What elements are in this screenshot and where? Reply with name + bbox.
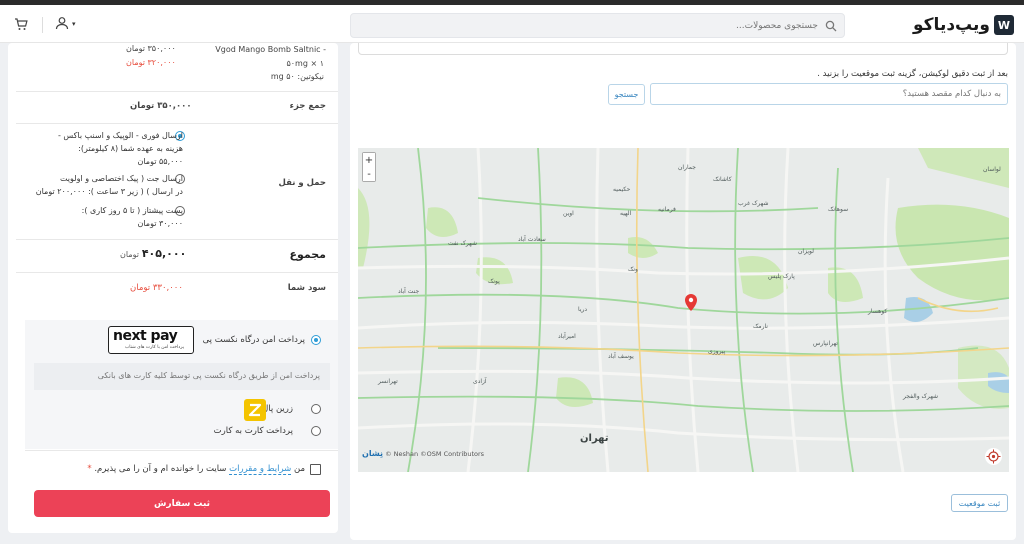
map-place: شهرک والفجر: [903, 393, 938, 400]
profit-label: سود شما: [287, 283, 326, 293]
payment-radio-card[interactable]: [311, 426, 321, 436]
map-place: جنت آباد: [398, 288, 420, 295]
map-place: یوسف آباد: [608, 353, 634, 360]
divider: [16, 123, 338, 124]
product-price-new: ۳۲۰,۰۰۰ تومان: [126, 58, 176, 67]
map-place: جماران: [678, 164, 696, 171]
nextpay-logo: next pay پرداخت امن با کارت های شتاب: [108, 326, 194, 354]
payment-nextpay-note: پرداخت امن از طریق درگاه نکست پی توسط کل…: [34, 363, 330, 390]
map-city-label: تهران: [580, 433, 609, 444]
site-logo[interactable]: W ویپ‌دیاکو: [913, 13, 1014, 37]
map-background: [358, 148, 1009, 472]
map-place: لویزان: [798, 248, 814, 255]
map-place: حکیمیه: [613, 186, 631, 193]
product-nicotine: نیکوتین: ۵۰ mg: [270, 72, 324, 81]
map-place: سعادت آباد: [518, 236, 546, 243]
divider: [16, 91, 338, 92]
map-place: تهرانسر: [378, 378, 398, 385]
cart-icon[interactable]: [14, 17, 28, 31]
divider: [16, 239, 338, 240]
payment-radio-nextpay[interactable]: [311, 335, 321, 345]
submit-location-button[interactable]: ثبت موقعیت: [951, 494, 1008, 512]
map-help-text: بعد از ثبت دقیق لوکیشن، گزینه ثبت موقعیت…: [817, 69, 1008, 79]
terms-checkbox[interactable]: [310, 464, 321, 475]
locate-me-button[interactable]: [985, 448, 1002, 465]
neshan-logo: نِشان: [362, 449, 383, 458]
map-place: پیروزی: [708, 348, 726, 355]
total-label: مجموع: [289, 248, 326, 261]
profit-value: ۳۳۰,۰۰۰ تومان: [130, 283, 183, 293]
product-price-old: ۳۵۰,۰۰۰ تومان: [126, 44, 176, 53]
total-value: ۴۰۵,۰۰۰ تومان: [120, 247, 187, 260]
product-qty: ۵۰mg × ۱: [286, 59, 324, 68]
header-divider: [42, 17, 43, 33]
shipping-label: حمل و نقل: [278, 178, 326, 188]
product-name: Vgod Mango Bomb Saltnic -: [215, 45, 326, 54]
map-place: شهرک غرب: [738, 200, 769, 207]
submit-order-button[interactable]: ثبت سفارش: [34, 490, 330, 517]
zarinpal-logo-mark: [248, 403, 262, 417]
chevron-down-icon[interactable]: ▾: [72, 20, 76, 28]
shipping-option-post[interactable]: پست پیشتاز ( تا ۵ روز کاری ): ۳۰,۰۰۰ توم…: [23, 204, 183, 230]
zoom-out-button[interactable]: -: [363, 167, 375, 181]
terms-text: من شرایط و مقررات سایت را خوانده ام و آن…: [87, 464, 305, 475]
payment-zarinpal-label[interactable]: زرین پال: [262, 404, 293, 414]
map-place: ونک: [628, 266, 638, 273]
payment-card-label[interactable]: پرداخت کارت به کارت: [214, 426, 293, 436]
map-place: نارمک: [753, 323, 768, 330]
map-place: دریا: [578, 306, 588, 313]
product-search: [350, 13, 845, 38]
payment-radio-zarinpal[interactable]: [311, 404, 321, 414]
search-icon[interactable]: [825, 20, 837, 32]
map-place: شهرک نفت: [448, 240, 477, 247]
map-place: فرمانیه: [658, 206, 676, 213]
map-place: پونک: [488, 278, 500, 285]
zarinpal-logo: [244, 399, 266, 421]
map-view[interactable]: تهران لواسان سوهانک شهرک غرب کاشانک جمار…: [358, 148, 1009, 472]
shipping-option-express[interactable]: ارسال فوری - الوپیک و اسنپ باکس - هزینه …: [23, 129, 183, 168]
subtotal-value: ۳۵۰,۰۰۰ تومان: [130, 101, 192, 111]
map-search-button[interactable]: جستجو: [608, 84, 645, 105]
map-place: کوهسار: [868, 308, 888, 315]
logo-mark: W: [994, 15, 1014, 35]
site-header: W ویپ‌دیاکو ▾: [0, 5, 1024, 43]
divider: [25, 450, 338, 451]
search-input[interactable]: [378, 18, 818, 34]
map-place: آزادی: [473, 378, 487, 385]
address-field[interactable]: [358, 43, 1008, 55]
map-place: الهیه: [620, 210, 632, 217]
map-place: کاشانک: [713, 176, 732, 183]
subtotal-label: جمع جزء: [289, 101, 326, 111]
user-icon[interactable]: [55, 16, 69, 30]
shipping-option-jet[interactable]: ارسال جت ( پیک اختصاصی و اولویت در ارسال…: [13, 172, 183, 198]
order-summary: Vgod Mango Bomb Saltnic - ۵۰mg × ۱ نیکوت…: [8, 43, 338, 533]
logo-text: ویپ‌دیاکو: [913, 15, 990, 35]
location-section: بعد از ثبت دقیق لوکیشن، گزینه ثبت موقعیت…: [350, 43, 1016, 540]
divider: [16, 272, 338, 273]
payment-nextpay-label[interactable]: پرداخت امن درگاه نکست پی: [203, 335, 305, 345]
map-place: لواسان: [983, 166, 1001, 173]
map-search-input[interactable]: [650, 83, 1008, 105]
map-attribution: نِشان © Neshan ©OSM Contributors: [362, 449, 485, 458]
map-place: سوهانک: [828, 206, 849, 213]
map-place: تهرانپارس: [813, 340, 838, 347]
zoom-in-button[interactable]: +: [363, 153, 375, 167]
map-place: اوین: [563, 210, 574, 217]
map-zoom-control: + -: [362, 152, 376, 182]
map-place: امیرآباد: [558, 333, 576, 340]
terms-link[interactable]: شرایط و مقررات: [229, 464, 292, 475]
map-place: پارک پلیس: [768, 273, 795, 280]
crosshair-icon: [986, 449, 1001, 464]
